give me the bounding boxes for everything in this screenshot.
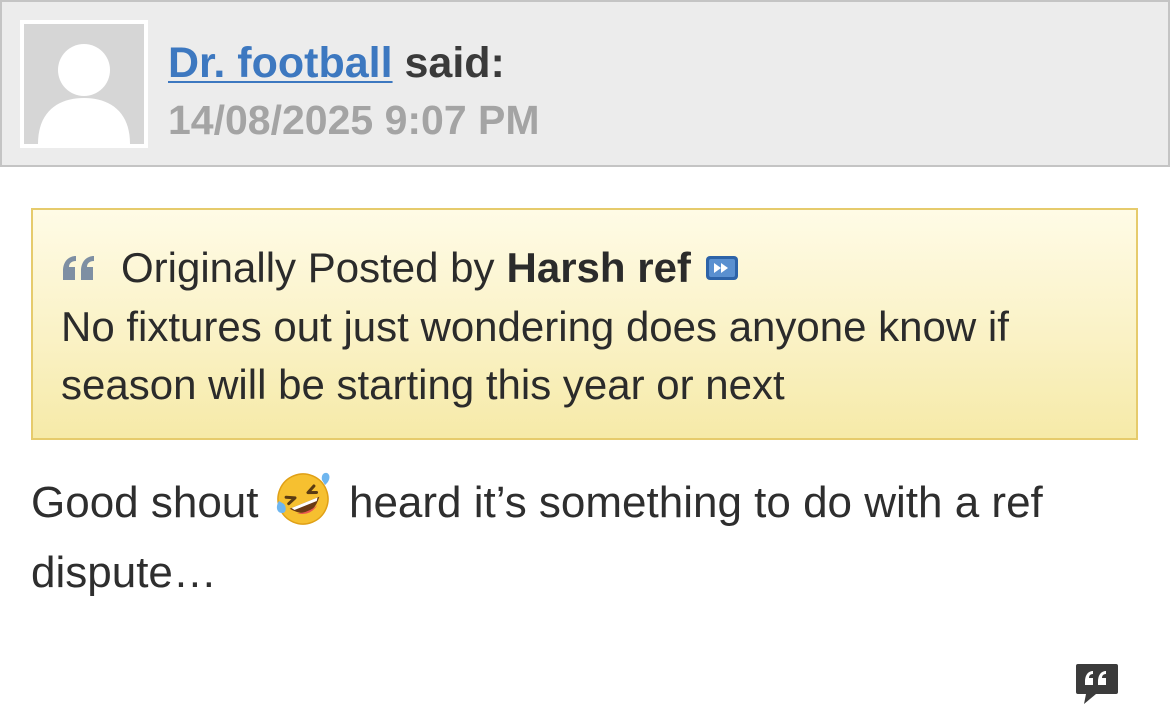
rolling-on-floor-laughing-icon [276,472,330,525]
message-text-start: Good shout [31,478,259,527]
post-date: 14/08/2025 9:07 PM [168,97,540,143]
post-header: Dr. football said: 14/08/2025 9:07 PM [0,0,1170,167]
reply-with-quote-icon[interactable] [1074,660,1120,706]
said-label: said: [404,39,505,87]
quote-marks-icon [63,256,94,280]
author-link[interactable]: Dr. football [168,39,393,87]
quote-prefix: Originally Posted by [121,244,495,291]
author-line: Dr. football said: [168,38,505,88]
quote-attribution: Originally Posted by Harsh ref [61,240,739,296]
avatar[interactable] [20,20,148,148]
default-avatar-icon [24,24,144,144]
post-message: Good shout heard it’s something to do wi… [31,468,1141,608]
quote-box: Originally Posted by Harsh ref No fixtur… [31,208,1138,440]
view-post-icon[interactable] [705,254,739,282]
quote-text: No fixtures out just wondering does anyo… [61,303,1009,408]
quote-author: Harsh ref [506,244,691,291]
